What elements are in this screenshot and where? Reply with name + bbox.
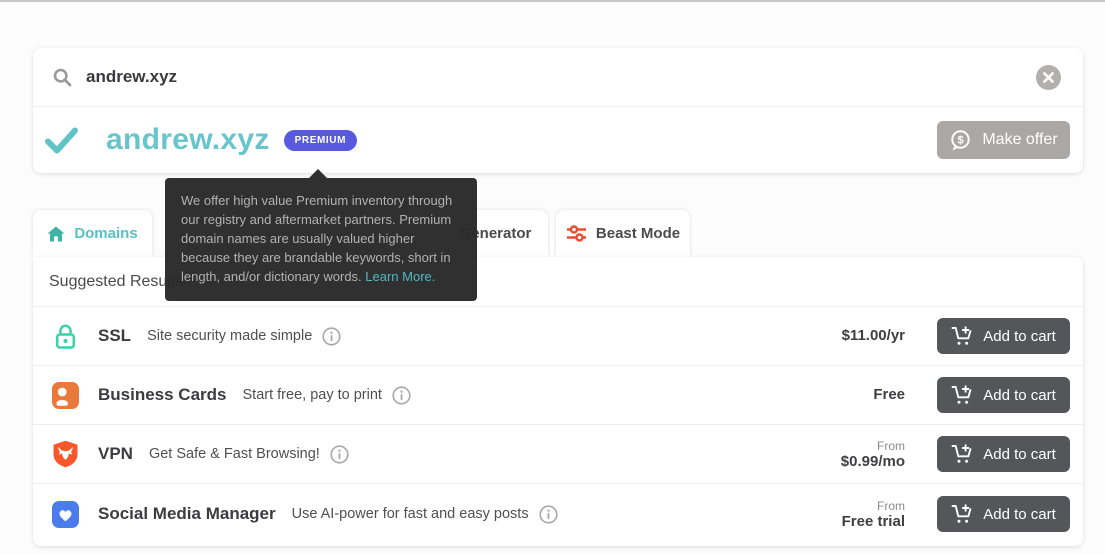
search-input[interactable]: andrew.xyz: [86, 67, 177, 87]
product-description: Get Safe & Fast Browsing!: [149, 446, 320, 462]
price: From Free trial: [842, 498, 905, 530]
cart-plus-icon: [951, 385, 974, 405]
info-icon[interactable]: [330, 445, 349, 464]
price: Free: [873, 387, 905, 403]
product-name: Social Media Manager: [98, 504, 276, 524]
search-bar[interactable]: andrew.xyz: [33, 48, 1083, 106]
price: $11.00/yr: [842, 328, 905, 344]
price-amount: $0.99/mo: [841, 453, 905, 470]
add-to-cart-label: Add to cart: [983, 328, 1056, 345]
product-name: Business Cards: [98, 385, 227, 405]
sliders-icon: [566, 225, 587, 242]
product-description: Use AI-power for fast and easy posts: [292, 506, 529, 522]
add-to-cart-button[interactable]: Add to cart: [937, 318, 1070, 354]
domain-name: andrew.xyz: [106, 123, 270, 157]
cart-plus-icon: [951, 504, 974, 524]
price: From $0.99/mo: [841, 438, 905, 470]
product-row-social-media-manager: Social Media Manager Use AI-power for fa…: [33, 484, 1083, 544]
domain-search-page: andrew.xyz andrew.xyz PREMIUM $ Make off…: [0, 0, 1105, 555]
clear-search-button[interactable]: [1036, 65, 1061, 90]
cart-plus-icon: [951, 326, 974, 346]
product-row-ssl: SSL Site security made simple $11.00/yr …: [33, 307, 1083, 366]
product-description: Site security made simple: [147, 328, 312, 344]
tab-beast-mode-label: Beast Mode: [596, 225, 680, 242]
house-icon: [47, 226, 65, 242]
search-result-card: andrew.xyz andrew.xyz PREMIUM $ Make off…: [33, 48, 1083, 173]
tab-domains-label: Domains: [74, 225, 137, 242]
section-title: Suggested Results: [49, 273, 183, 291]
product-name: SSL: [98, 326, 131, 346]
add-to-cart-label: Add to cart: [983, 446, 1056, 463]
svg-text:$: $: [958, 134, 964, 146]
price-amount: Free trial: [842, 513, 905, 530]
contact-card-icon: [50, 382, 80, 409]
top-divider: [0, 0, 1105, 2]
search-icon: [52, 67, 73, 88]
price-amount: $11.00/yr: [842, 327, 905, 344]
add-to-cart-button[interactable]: Add to cart: [937, 436, 1070, 472]
premium-tooltip: We offer high value Premium inventory th…: [165, 178, 477, 301]
add-to-cart-button[interactable]: Add to cart: [937, 496, 1070, 532]
product-name: VPN: [98, 444, 133, 464]
close-icon: [1036, 65, 1061, 90]
price-prefix: From: [841, 438, 905, 454]
product-row-business-cards: Business Cards Start free, pay to print …: [33, 366, 1083, 425]
price-amount: Free: [873, 386, 905, 403]
add-to-cart-label: Add to cart: [983, 387, 1056, 404]
tab-beast-mode[interactable]: Beast Mode: [556, 210, 690, 257]
cart-plus-icon: [951, 444, 974, 464]
dollar-bubble-icon: $: [949, 129, 972, 152]
info-icon[interactable]: [392, 386, 411, 405]
info-icon[interactable]: [322, 327, 341, 346]
shield-bull-icon: [50, 440, 80, 468]
tooltip-arrow: [309, 169, 327, 178]
available-check-icon: [45, 127, 78, 154]
product-description: Start free, pay to print: [243, 387, 382, 403]
lock-icon: [50, 323, 80, 350]
add-to-cart-button[interactable]: Add to cart: [937, 377, 1070, 413]
domain-result-row: andrew.xyz PREMIUM $ Make offer: [33, 107, 1083, 173]
tab-domains[interactable]: Domains: [33, 210, 152, 257]
price-prefix: From: [842, 498, 905, 514]
make-offer-button[interactable]: $ Make offer: [937, 121, 1070, 159]
learn-more-link[interactable]: Learn More.: [365, 269, 435, 284]
product-row-vpn: VPN Get Safe & Fast Browsing! From $0.99…: [33, 425, 1083, 484]
premium-badge[interactable]: PREMIUM: [284, 130, 357, 151]
info-icon[interactable]: [539, 505, 558, 524]
make-offer-label: Make offer: [982, 131, 1057, 149]
heart-bubble-icon: [50, 501, 80, 528]
add-to-cart-label: Add to cart: [983, 506, 1056, 523]
